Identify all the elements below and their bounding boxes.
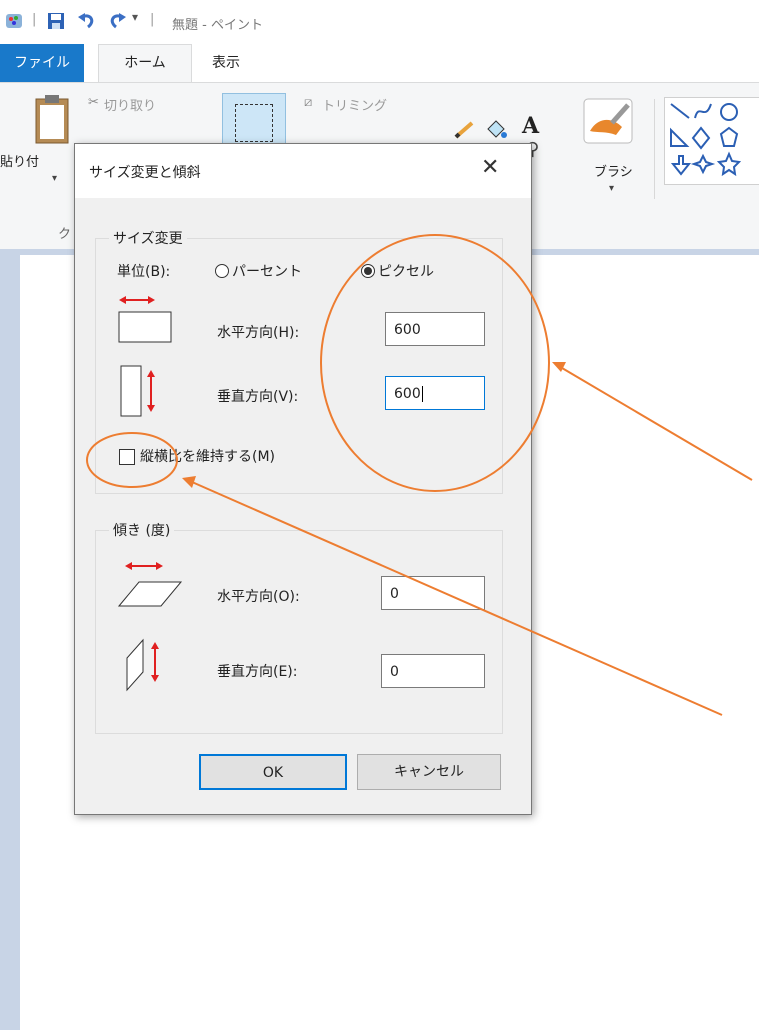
annotation-arrow-1	[561, 367, 753, 481]
annotation-arrow-2	[191, 481, 723, 716]
annotation-overlay	[86, 234, 753, 716]
annotation-arrowhead-1	[552, 362, 566, 372]
annotation-circle-size	[320, 234, 550, 492]
annotation-circle-checkbox	[86, 432, 178, 488]
annotation-arrowhead-2	[182, 476, 196, 488]
